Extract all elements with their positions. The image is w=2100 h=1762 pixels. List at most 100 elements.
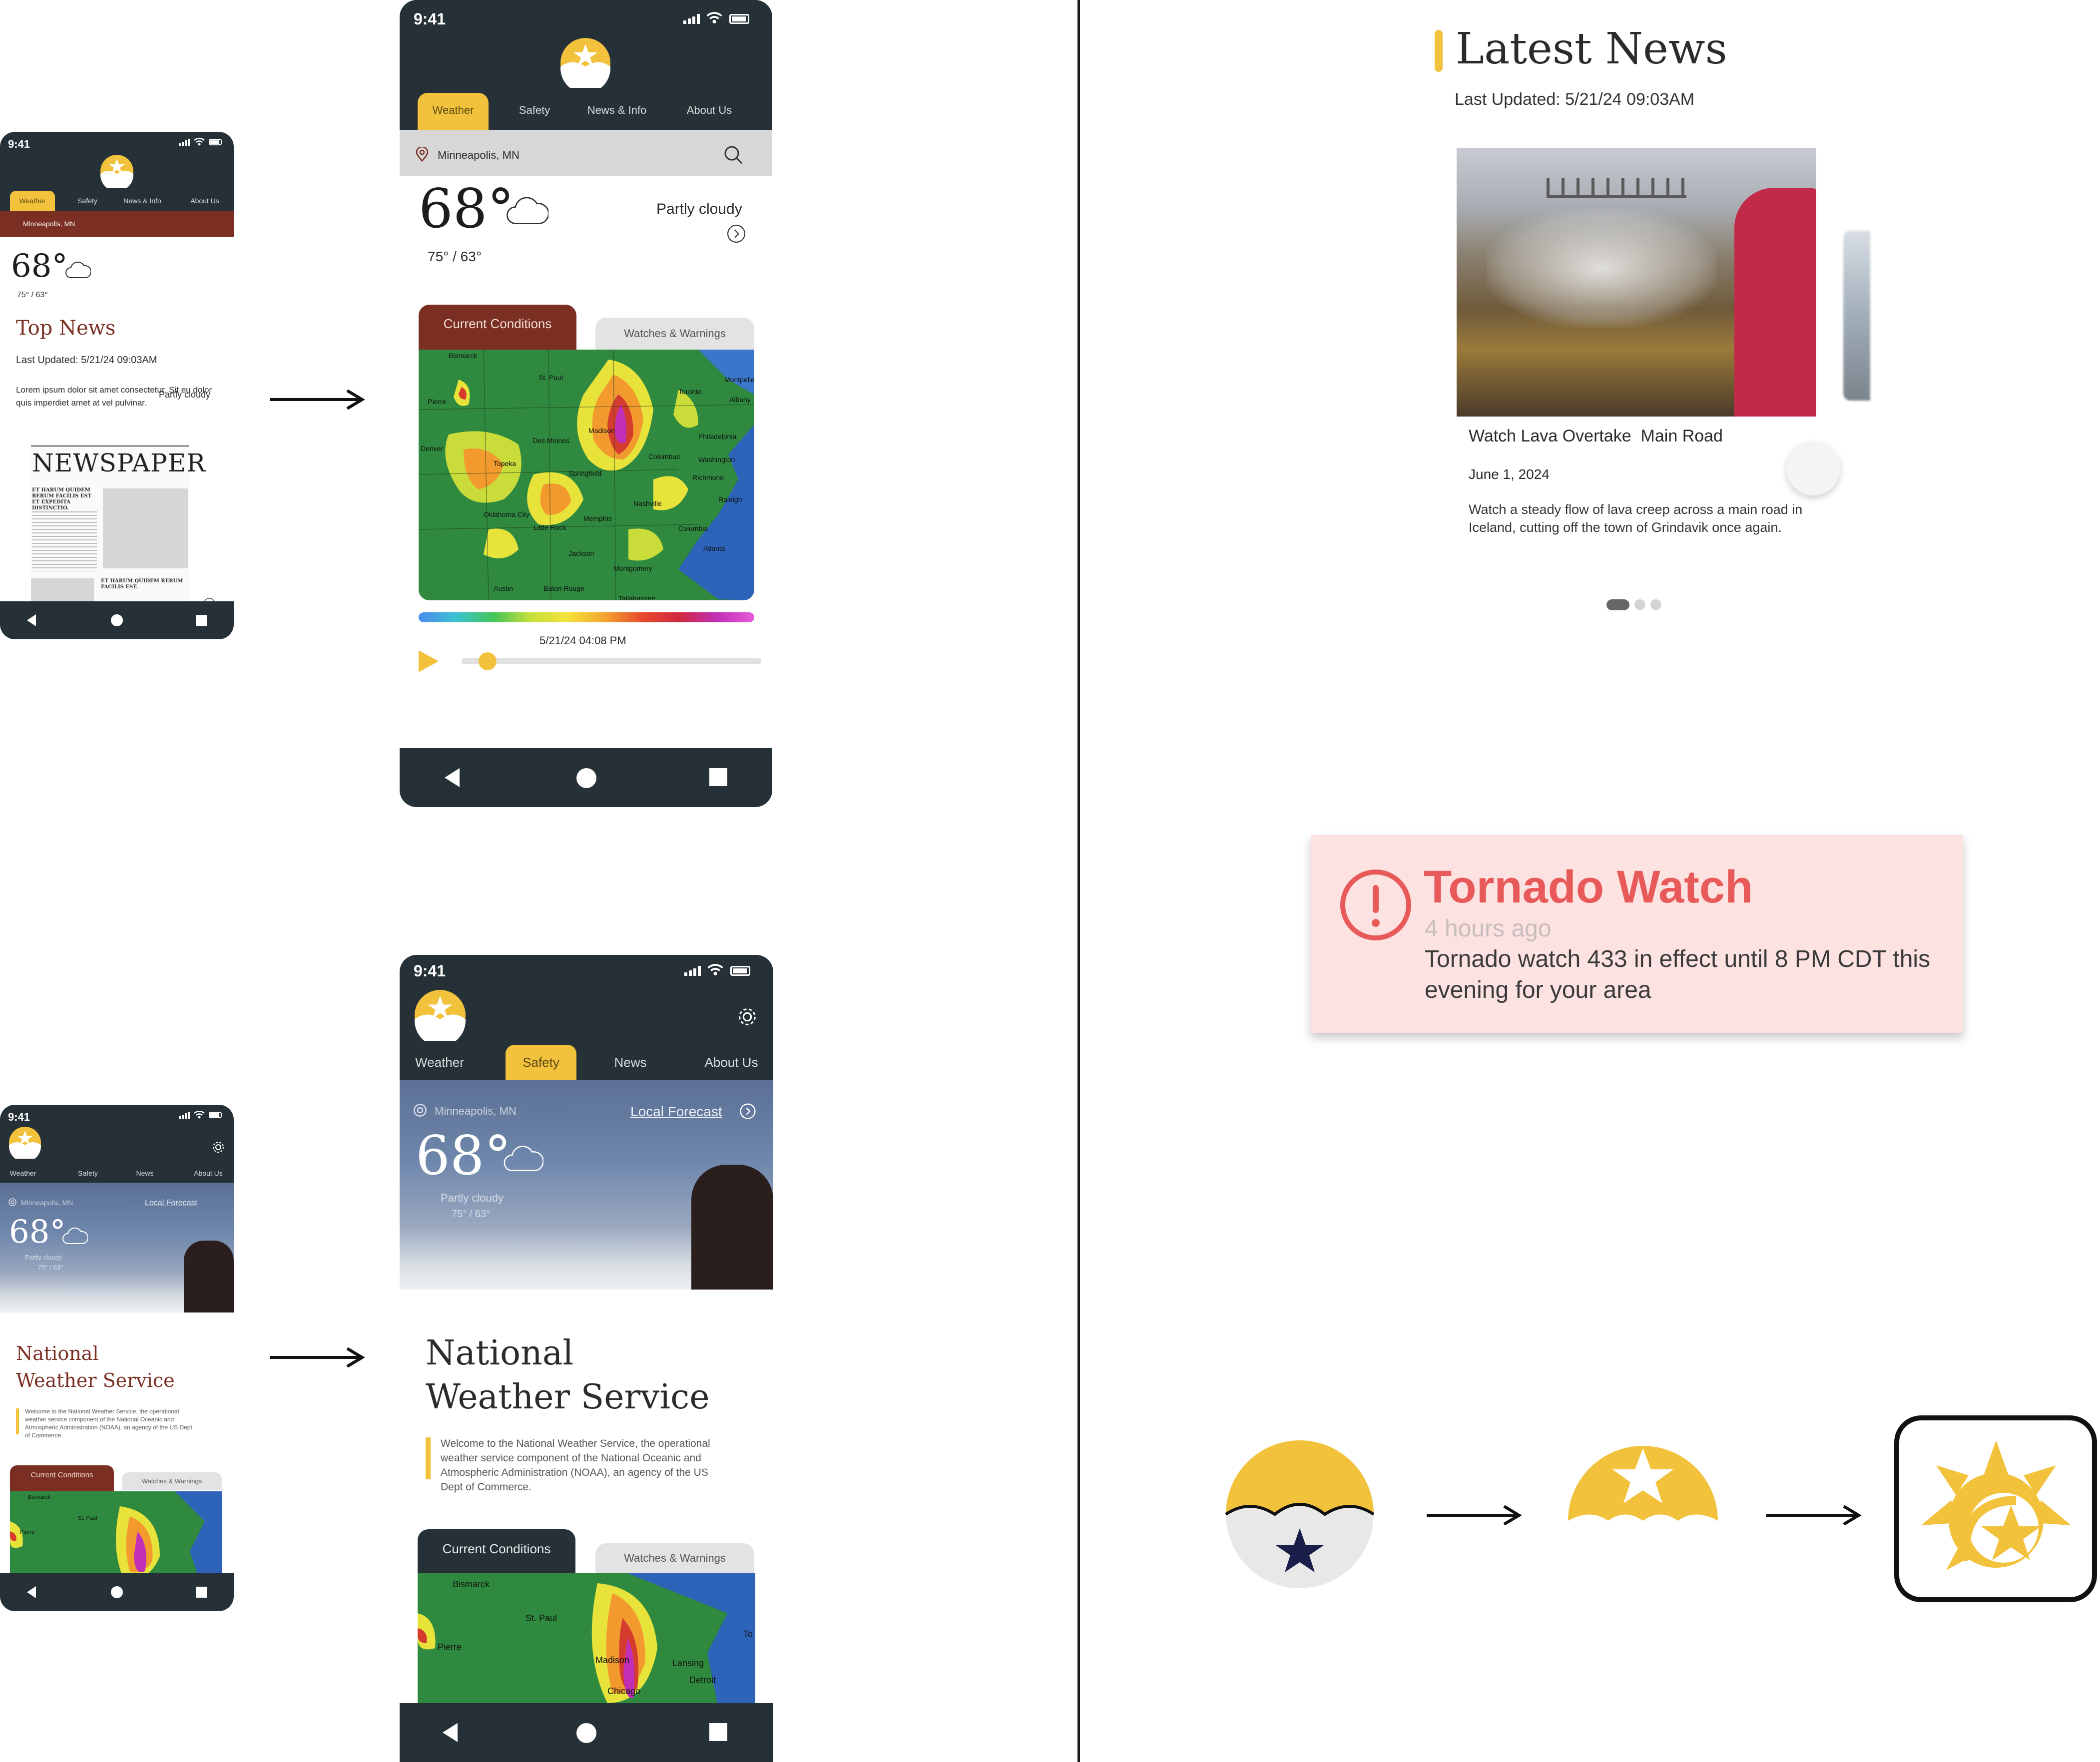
status-time: 9:41 — [414, 10, 446, 28]
tab-news[interactable]: News — [595, 1045, 665, 1080]
news-title: Latest News — [1456, 24, 1727, 74]
newspaper-headline-2: ET HARUM QUIDEM RERUM FACILIS EST. — [101, 578, 183, 590]
local-forecast-link[interactable]: Local Forecast — [630, 1104, 722, 1120]
radar-map[interactable]: Bismarck St. Paul Pierre — [10, 1491, 222, 1581]
hi-lo: 75° / 63° — [452, 1209, 491, 1220]
phone-mockup-nws-small: 9:41 Weather Safety News About Us Minnea… — [0, 1105, 234, 1611]
newspaper-photo — [103, 488, 188, 568]
map-label-springfield: Springfield — [568, 469, 602, 477]
news-image-bridge — [1547, 178, 1686, 198]
search-icon[interactable] — [723, 145, 743, 165]
back-button[interactable] — [443, 1723, 458, 1742]
newspaper-thumbnail[interactable]: NEWSPAPER ET HARUM QUIDEM RERUM FACILIS … — [31, 445, 205, 611]
alert-circle-icon — [1339, 868, 1413, 942]
map-label-oklahoma-city: Oklahoma City — [484, 510, 529, 518]
android-nav-bar — [400, 1703, 773, 1762]
chevron-circle-icon[interactable] — [739, 1103, 756, 1120]
page-title-line1: National — [16, 1342, 99, 1364]
map-label-st-paul: St. Paul — [525, 1613, 557, 1623]
hi-lo: 75° / 63° — [428, 249, 482, 264]
tab-weather[interactable]: Weather — [3, 1164, 43, 1183]
map-label-denver: Denver — [421, 444, 444, 452]
local-forecast-link[interactable]: Local Forecast — [145, 1199, 197, 1208]
home-button[interactable] — [111, 1586, 123, 1598]
phone-mockup-top-news-small: 9:41 Weather Safety News & Info About Us… — [0, 132, 234, 639]
tab-weather[interactable]: Weather — [10, 191, 55, 211]
tab-news-info[interactable]: News & Info — [574, 93, 659, 130]
arrow-icon — [1766, 1505, 1861, 1525]
tab-weather[interactable]: Weather — [405, 1045, 475, 1080]
tab-current-conditions[interactable]: Current Conditions — [418, 1529, 575, 1574]
alert-card[interactable]: Tornado Watch 4 hours ago Tornado watch … — [1311, 835, 1963, 1033]
temperature: 68° — [416, 1125, 512, 1187]
status-time: 9:41 — [414, 962, 446, 980]
tab-watches-warnings[interactable]: Watches & Warnings — [595, 1543, 754, 1573]
battery-icon — [730, 966, 750, 976]
tab-safety[interactable]: Safety — [506, 1045, 576, 1080]
accent-bar — [426, 1437, 431, 1479]
body-text: Lorem ipsum dolor sit amet consectetur. … — [16, 385, 212, 408]
android-nav-bar — [400, 748, 772, 807]
tab-news-info[interactable]: News & Info — [115, 191, 170, 211]
carousel-dot[interactable] — [1634, 599, 1645, 610]
map-label-albany: Albany — [729, 396, 751, 404]
carousel-dot[interactable] — [1650, 599, 1661, 610]
tab-news[interactable]: News — [125, 1164, 165, 1183]
section-title: Top News — [16, 317, 116, 340]
recents-button[interactable] — [709, 1723, 727, 1741]
logo-icon — [9, 1127, 41, 1159]
tab-about-us[interactable]: About Us — [691, 1045, 771, 1080]
temperature: 68° — [419, 178, 515, 240]
back-button[interactable] — [27, 614, 36, 626]
newspaper-title: NEWSPAPER — [32, 448, 206, 477]
recents-button[interactable] — [196, 1587, 207, 1598]
tab-weather[interactable]: Weather — [418, 93, 489, 130]
tab-current-conditions[interactable]: Current Conditions — [419, 305, 576, 351]
recents-button[interactable] — [709, 768, 727, 786]
tab-watches-warnings[interactable]: Watches & Warnings — [595, 318, 754, 350]
chevron-circle-icon[interactable] — [726, 224, 746, 244]
cloud-icon — [503, 1143, 543, 1174]
map-label-tallahassee: Tallahassee — [618, 594, 655, 600]
tab-about-us[interactable]: About Us — [185, 1164, 232, 1183]
map-label-montpelier: Montpelier — [724, 376, 754, 384]
carousel-dot-active[interactable] — [1606, 599, 1629, 610]
gear-icon[interactable] — [212, 1141, 225, 1154]
map-label-to: To — [743, 1629, 753, 1639]
map-label-bismarck: Bismarck — [28, 1494, 51, 1500]
tab-watches-warnings[interactable]: Watches & Warnings — [122, 1472, 222, 1490]
newspaper-columns — [32, 511, 97, 571]
tab-current-conditions[interactable]: Current Conditions — [10, 1465, 114, 1491]
tab-safety[interactable]: Safety — [68, 1164, 108, 1183]
news-image — [1457, 148, 1816, 417]
map-label-pierre: Pierre — [20, 1529, 35, 1535]
map-label-detroit: Detroit — [689, 1675, 716, 1685]
map-label-nashville: Nashville — [633, 499, 662, 507]
recents-button[interactable] — [196, 615, 207, 626]
tab-about-us[interactable]: About Us — [659, 93, 759, 130]
tab-safety[interactable]: Safety — [500, 93, 569, 130]
play-icon[interactable] — [418, 649, 440, 673]
gear-icon[interactable] — [737, 1007, 757, 1027]
timeline-slider-track[interactable] — [462, 658, 761, 664]
radar-map[interactable]: Bismarck St. Paul Pierre Madison Lansing… — [418, 1573, 755, 1703]
page-title-line1: National — [426, 1333, 574, 1373]
news-card[interactable]: Watch Lava Overtake Main Road June 1, 20… — [1457, 148, 1816, 564]
location-pin-icon — [416, 147, 429, 162]
sun-star-icon — [1916, 1435, 2076, 1585]
carousel-next-button[interactable] — [1786, 441, 1840, 495]
back-button[interactable] — [27, 1586, 36, 1598]
tab-about-us[interactable]: About Us — [177, 191, 232, 211]
timeline-slider-handle[interactable] — [479, 652, 497, 670]
map-label-bismarck: Bismarck — [449, 352, 478, 360]
page-title-line2: Weather Service — [16, 1369, 175, 1391]
home-button[interactable] — [576, 768, 596, 788]
tab-safety[interactable]: Safety — [65, 191, 110, 211]
radar-map[interactable]: Bismarck St. Paul Pierre Toronto Montpelier A… — [419, 350, 754, 600]
home-button[interactable] — [576, 1723, 596, 1743]
home-button[interactable] — [111, 614, 123, 626]
back-button[interactable] — [445, 768, 460, 787]
phone-mockup-weather: 9:41 Weather Safety News & Info About Us… — [400, 0, 772, 807]
map-label-washington: Washington — [698, 455, 735, 463]
map-label-little-rock: Little Rock — [533, 523, 566, 531]
